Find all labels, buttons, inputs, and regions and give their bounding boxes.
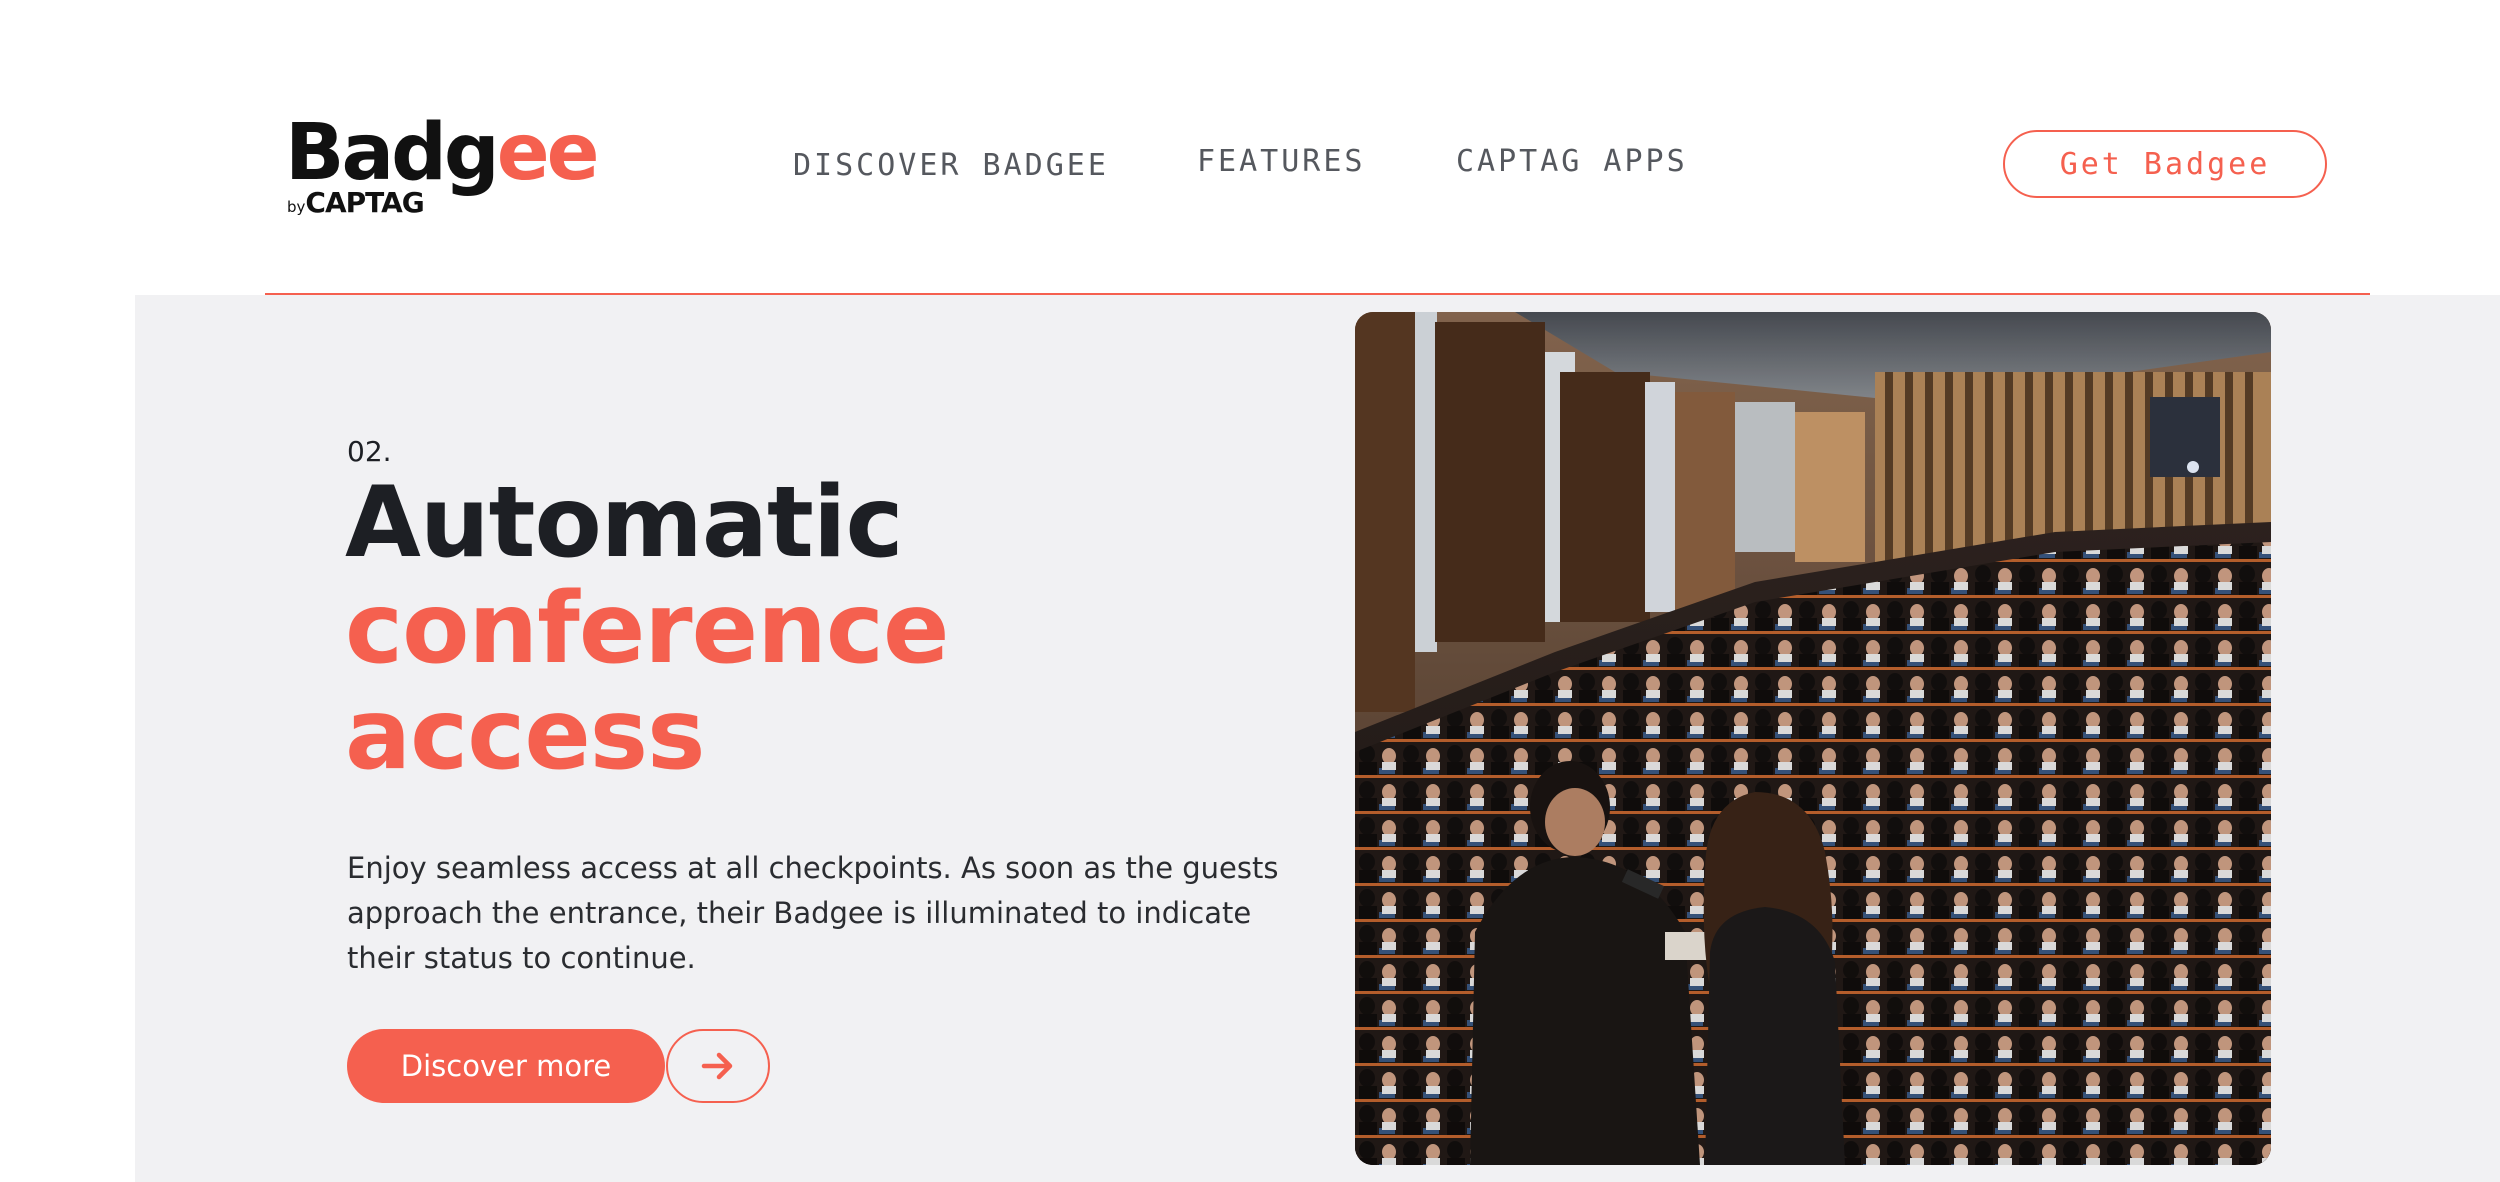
headline-line-3: access — [345, 678, 705, 792]
logo-main-text: Badg — [285, 108, 500, 198]
nav-item-discover-badgee[interactable]: DISCOVER BADGEE — [793, 146, 1109, 186]
badgee-logo[interactable]: Badgee byCAPTAG — [285, 108, 605, 218]
site-header: Badgee byCAPTAG DISCOVER BADGEE FEATURES… — [0, 0, 2500, 295]
discover-more-button[interactable]: Discover more — [347, 1029, 665, 1103]
arrow-right-icon — [701, 1052, 733, 1080]
section-number: 02. — [347, 435, 392, 468]
logo-subtitle: byCAPTAG — [287, 186, 425, 222]
nav-item-captag-apps[interactable]: CAPTAG APPS — [1456, 142, 1688, 182]
headline-line-2: conference — [345, 572, 949, 686]
logo-by-text: by — [287, 198, 306, 216]
get-badgee-button[interactable]: Get Badgee — [2003, 130, 2327, 198]
photo-illustration — [1355, 312, 2271, 1165]
hero-headline: Automatic conference access — [345, 466, 949, 792]
logo-captag-text: CAPTAG — [305, 186, 424, 219]
headline-line-1: Automatic — [345, 466, 904, 580]
discover-more-arrow-button[interactable] — [666, 1029, 770, 1103]
conference-audience-photo — [1355, 312, 2271, 1165]
logo-wordmark: Badgee — [285, 108, 600, 198]
logo-accent-text: ee — [496, 108, 600, 198]
nav-item-features[interactable]: FEATURES — [1197, 142, 1366, 182]
hero-description: Enjoy seamless access at all checkpoints… — [347, 851, 1279, 975]
